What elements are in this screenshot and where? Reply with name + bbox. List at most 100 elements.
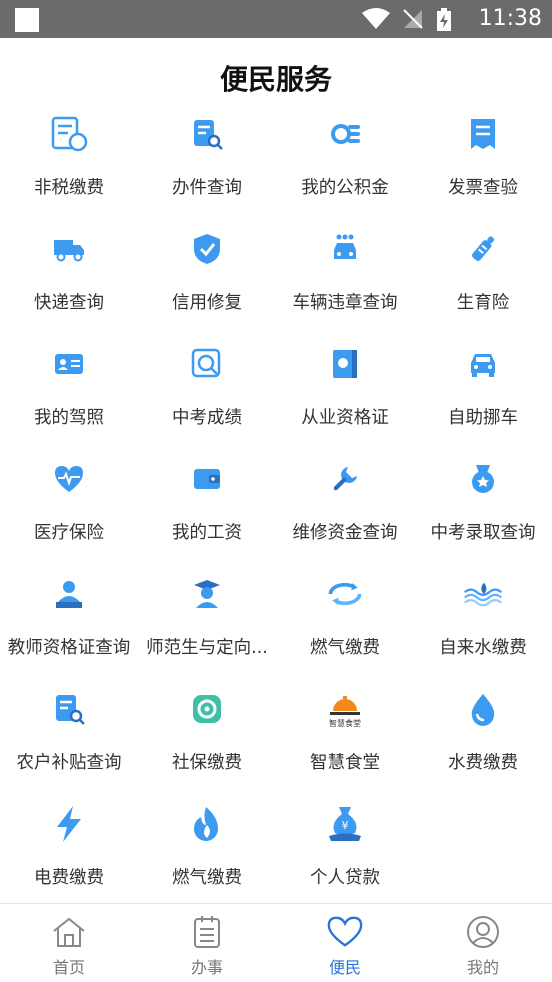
tab-mine[interactable]: 我的: [414, 904, 552, 982]
service-item[interactable]: 燃气缴费: [138, 790, 276, 905]
graduate-icon: [187, 574, 227, 614]
smart-canteen-logo-icon: 智慧食堂: [325, 689, 365, 729]
clipboard-icon: [188, 914, 226, 950]
service-label: 中考录取查询: [430, 523, 536, 543]
lightning-icon: [49, 804, 89, 844]
svg-text:¥: ¥: [342, 819, 349, 832]
water-wave-icon: [463, 574, 503, 614]
service-item[interactable]: 中考录取查询: [414, 445, 552, 560]
tab-affairs[interactable]: 办事: [138, 904, 276, 982]
car-violation-icon: [325, 229, 365, 269]
medal-icon: [463, 459, 503, 499]
service-item[interactable]: 自助挪车: [414, 330, 552, 445]
service-label: 自来水缴费: [439, 638, 527, 658]
document-search-icon: [187, 114, 227, 154]
user-circle-icon: [464, 914, 502, 950]
service-label: 信用修复: [172, 293, 242, 313]
status-bar: 11:38: [0, 0, 552, 38]
service-item[interactable]: 电费缴费: [0, 790, 138, 905]
service-label: 生育险: [456, 293, 510, 313]
service-item[interactable]: 信用修复: [138, 215, 276, 330]
service-item[interactable]: 从业资格证: [276, 330, 414, 445]
tab-home[interactable]: 首页: [0, 904, 138, 982]
service-item[interactable]: 中考成绩: [138, 330, 276, 445]
shield-check-icon: [187, 229, 227, 269]
service-item[interactable]: 我的公积金: [276, 100, 414, 215]
home-icon: [50, 914, 88, 950]
service-item[interactable]: 师范生与定向...: [138, 560, 276, 675]
service-label: 社保缴费: [172, 753, 242, 773]
service-item[interactable]: 我的工资: [138, 445, 276, 560]
service-item[interactable]: 社保缴费: [138, 675, 276, 790]
service-item[interactable]: 办件查询: [138, 100, 276, 215]
service-label: 医疗保险: [34, 523, 104, 543]
tab-convenience[interactable]: 便民: [276, 904, 414, 982]
tab-label: 便民: [328, 958, 361, 977]
tab-label: 我的: [466, 958, 499, 977]
wallet-icon: [187, 459, 227, 499]
service-item[interactable]: 医疗保险: [0, 445, 138, 560]
tax-receipt-icon: [49, 114, 89, 154]
flame-icon: [187, 804, 227, 844]
service-label: 燃气缴费: [310, 638, 380, 658]
invoice-icon: [463, 114, 503, 154]
service-label: 中考成绩: [172, 408, 242, 428]
heart-icon: [326, 914, 364, 950]
service-item[interactable]: 燃气缴费: [276, 560, 414, 675]
score-search-icon: [187, 344, 227, 384]
water-drop-icon: [463, 689, 503, 729]
service-item[interactable]: ¥ 个人贷款: [276, 790, 414, 905]
social-security-icon: [187, 689, 227, 729]
wrench-icon: [325, 459, 365, 499]
coin-stack-icon: [325, 114, 365, 154]
service-label: 发票查验: [448, 178, 518, 198]
service-item[interactable]: 我的驾照: [0, 330, 138, 445]
wifi-icon: [362, 8, 390, 29]
service-item[interactable]: 教师资格证查询: [0, 560, 138, 675]
service-label: 我的工资: [172, 523, 242, 543]
service-item[interactable]: 自来水缴费: [414, 560, 552, 675]
bottom-tab-bar: 首页 办事 便民 我的: [0, 903, 552, 982]
status-time: 11:38: [478, 6, 542, 31]
service-grid: 非税缴费 办件查询 我的公积金 发票查验 快递查询 信用修复 车辆违章查询 生育…: [0, 100, 552, 905]
service-label: 从业资格证: [301, 408, 389, 428]
service-label: 智慧食堂: [310, 753, 380, 773]
service-label: 办件查询: [172, 178, 242, 198]
service-label: 水费缴费: [448, 753, 518, 773]
service-item[interactable]: 快递查询: [0, 215, 138, 330]
service-item[interactable]: 农户补贴查询: [0, 675, 138, 790]
service-label: 燃气缴费: [172, 868, 242, 888]
service-label: 自助挪车: [448, 408, 518, 428]
service-item[interactable]: 维修资金查询: [276, 445, 414, 560]
service-label: 我的公积金: [301, 178, 389, 198]
car-front-icon: [463, 344, 503, 384]
service-label: 车辆违章查询: [292, 293, 398, 313]
battery-charging-icon: [437, 8, 451, 31]
tab-label: 办事: [190, 958, 223, 977]
svg-text:智慧食堂: 智慧食堂: [329, 718, 361, 728]
no-signal-icon: [403, 9, 423, 29]
service-item[interactable]: 生育险: [414, 215, 552, 330]
delivery-truck-icon: [49, 229, 89, 269]
service-label: 电费缴费: [34, 868, 104, 888]
service-item[interactable]: 发票查验: [414, 100, 552, 215]
service-item[interactable]: 车辆违章查询: [276, 215, 414, 330]
id-card-icon: [49, 344, 89, 384]
service-item[interactable]: 非税缴费: [0, 100, 138, 215]
service-item[interactable]: 智慧食堂 智慧食堂: [276, 675, 414, 790]
document-search-icon: [49, 689, 89, 729]
service-label: 维修资金查询: [292, 523, 398, 543]
teacher-icon: [49, 574, 89, 614]
service-label: 我的驾照: [34, 408, 104, 428]
tab-label: 首页: [52, 958, 85, 977]
service-label: 非税缴费: [34, 178, 104, 198]
service-label: 个人贷款: [310, 868, 380, 888]
baby-bottle-icon: [463, 229, 503, 269]
service-label: 师范生与定向...: [146, 638, 268, 658]
service-item[interactable]: 水费缴费: [414, 675, 552, 790]
certificate-icon: [325, 344, 365, 384]
service-label: 农户补贴查询: [16, 753, 122, 773]
service-label: 快递查询: [34, 293, 104, 313]
page-title: 便民服务: [219, 63, 332, 96]
notification-icon: [15, 8, 39, 32]
